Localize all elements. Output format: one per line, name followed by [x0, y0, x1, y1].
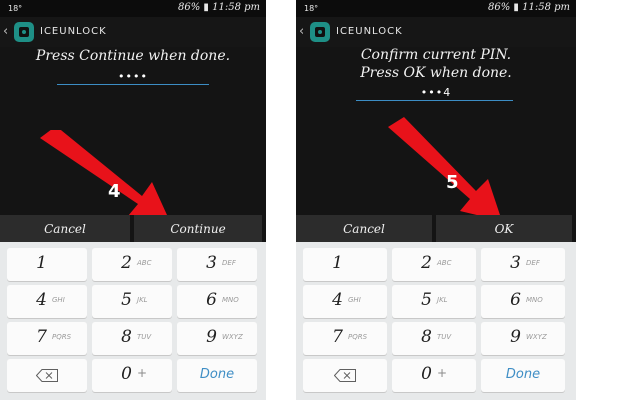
pin-prompt: Confirm current PIN. Press OK when done. [360, 47, 512, 81]
key-digit: 0 [421, 364, 432, 384]
key-3[interactable]: 3 DEF [177, 248, 257, 281]
numeric-keypad: 1 2 ABC 3 DEF 4 GHI 5 JKL 6 MNO 7 PQRS 8 TUV 9W… [296, 242, 576, 400]
key-letters: ABC [437, 259, 452, 267]
status-bar: 18° 86% ▮ 11:58 pm [0, 0, 266, 17]
action-bar: Cancel OK [296, 215, 576, 243]
key-digit: 4 [332, 290, 343, 310]
key-1[interactable]: 1 [7, 248, 87, 281]
key-digit: 3 [206, 253, 217, 273]
status-bar: 18° 86% ▮ 11:58 pm [296, 0, 576, 17]
key-digit: 3 [510, 253, 521, 273]
done-key[interactable]: Done [177, 359, 257, 392]
key-digit: 1 [36, 253, 47, 273]
key-digit: 9 [510, 327, 521, 347]
key-letters: GHI [348, 296, 361, 304]
key-7[interactable]: 7 PQRS [7, 322, 87, 355]
key-letters: GHI [52, 296, 65, 304]
pin-input-underline [57, 84, 209, 85]
key-letters: WXYZ [222, 333, 243, 341]
numeric-keypad: 1 2 ABC 3 DEF 4 GHI 5 JKL 6 MNO 7 PQRS 8 TUV 9W… [0, 242, 266, 400]
key-letters: MNO [222, 296, 239, 304]
pin-prompt: Press Continue when done. [35, 48, 231, 64]
key-6[interactable]: 6 MNO [177, 285, 257, 318]
done-label: Done [505, 367, 541, 382]
key-6[interactable]: 6 MNO [481, 285, 565, 318]
key-letters: JKL [437, 296, 448, 304]
key-digit: 8 [121, 327, 132, 347]
status-left: 18° [304, 4, 319, 13]
backspace-icon [36, 369, 58, 382]
key-letters: MNO [526, 296, 543, 304]
key-2[interactable]: 2 ABC [392, 248, 476, 281]
app-logo-icon [310, 22, 330, 42]
app-logo-icon [14, 22, 34, 42]
step-number: 5 [446, 172, 459, 193]
key-0[interactable]: 0 + [392, 359, 476, 392]
pin-input-value[interactable]: •••• [0, 70, 266, 83]
key-letters: DEF [222, 259, 236, 267]
app-bar: ‹ ICEUNLOCK [296, 17, 576, 47]
app-bar: ‹ ICEUNLOCK [0, 17, 266, 47]
key-letters: JKL [137, 296, 148, 304]
key-digit: 0 [121, 364, 132, 384]
key-letters: PQRS [348, 333, 368, 341]
app-title: ICEUNLOCK [40, 26, 107, 37]
key-digit: 7 [332, 327, 343, 347]
key-digit: 8 [421, 327, 432, 347]
back-icon[interactable]: ‹ [3, 24, 8, 39]
key-digit: 2 [121, 253, 132, 273]
key-5[interactable]: 5 JKL [392, 285, 476, 318]
key-2[interactable]: 2 ABC [92, 248, 172, 281]
key-letters: DEF [526, 259, 540, 267]
continue-button[interactable]: Continue [134, 215, 262, 243]
key-digit: 4 [36, 290, 47, 310]
key-letters: ABC [137, 259, 152, 267]
step-number: 4 [108, 181, 121, 202]
key-7[interactable]: 7 PQRS [303, 322, 387, 355]
key-digit: 2 [421, 253, 432, 273]
key-9[interactable]: 9 WXYZ [177, 322, 257, 355]
cancel-button[interactable]: Cancel [296, 215, 432, 243]
action-bar: Cancel Continue [0, 215, 266, 243]
phone-screen-step-5: 18° 86% ▮ 11:58 pm ‹ ICEUNLOCK Confirm c… [296, 0, 576, 400]
pin-input-underline [356, 100, 513, 101]
ok-button[interactable]: OK [436, 215, 572, 243]
key-plus: + [137, 366, 148, 380]
key-4[interactable]: 4 GHI [7, 285, 87, 318]
back-icon[interactable]: ‹ [299, 24, 304, 39]
key-digit: 9 [206, 327, 217, 347]
app-title: ICEUNLOCK [336, 26, 403, 37]
key-5[interactable]: 5 JKL [92, 285, 172, 318]
done-key[interactable]: Done [481, 359, 565, 392]
red-arrow-icon [388, 117, 502, 221]
status-right: 86% ▮ 11:58 pm [488, 2, 570, 13]
status-left: 18° [8, 4, 23, 13]
done-label: Done [199, 367, 235, 382]
key-letters: TUV [137, 333, 152, 341]
key-digit: 6 [510, 290, 521, 310]
key-8[interactable]: 8 TUV [392, 322, 476, 355]
key-digit: 5 [121, 290, 132, 310]
cancel-button[interactable]: Cancel [0, 215, 130, 243]
key-3[interactable]: 3 DEF [481, 248, 565, 281]
key-9[interactable]: 9 WXYZ [481, 322, 565, 355]
backspace-icon [334, 369, 356, 382]
pin-input-value[interactable]: •••4 [296, 86, 576, 99]
key-digit: 5 [421, 290, 432, 310]
key-letters: PQRS [52, 333, 72, 341]
key-letters: TUV [437, 333, 452, 341]
key-letters: WXYZ [526, 333, 547, 341]
key-1[interactable]: 1 [303, 248, 387, 281]
key-8[interactable]: 8 TUV [92, 322, 172, 355]
phone-screen-step-4: 18° 86% ▮ 11:58 pm ‹ ICEUNLOCK Press Con… [0, 0, 266, 400]
key-4[interactable]: 4 GHI [303, 285, 387, 318]
backspace-key[interactable] [303, 359, 387, 392]
key-digit: 1 [332, 253, 343, 273]
key-digit: 6 [206, 290, 217, 310]
key-0[interactable]: 0 + [92, 359, 172, 392]
key-digit: 7 [36, 327, 47, 347]
backspace-key[interactable] [7, 359, 87, 392]
key-plus: + [437, 366, 448, 380]
status-right: 86% ▮ 11:58 pm [178, 2, 260, 13]
